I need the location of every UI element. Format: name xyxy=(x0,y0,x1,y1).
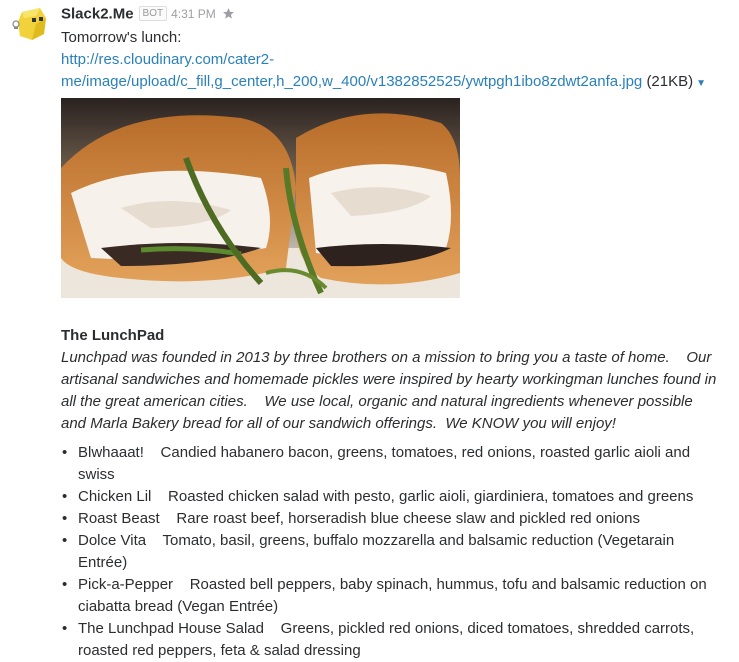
sender-name[interactable]: Slack2.Me xyxy=(61,5,134,22)
list-item: The Lunchpad House Salad Greens, pickled… xyxy=(61,618,726,662)
message-header: Slack2.Me BOT 4:31 PM xyxy=(61,5,235,25)
restaurant-description: Lunchpad was founded in 2013 by three br… xyxy=(61,349,721,432)
star-icon[interactable] xyxy=(222,7,235,20)
restaurant-title: The LunchPad xyxy=(61,327,165,344)
intro-text: Tomorrow's lunch: xyxy=(61,29,182,46)
caret-down-icon[interactable]: ▼ xyxy=(696,78,706,89)
message-body: Tomorrow's lunch: http://res.cloudinary.… xyxy=(61,27,721,95)
file-size: (21KB) xyxy=(646,73,694,90)
attachment-link[interactable]: http://res.cloudinary.com/cater2- me/imag… xyxy=(61,51,642,90)
list-item: Roast Beast Rare roast beef, horseradish… xyxy=(61,508,726,530)
menu-list: Blwhaaat! Candied habanero bacon, greens… xyxy=(61,442,726,662)
list-item: Dolce Vita Tomato, basil, greens, buffal… xyxy=(61,530,726,574)
bot-avatar-icon[interactable] xyxy=(10,4,50,44)
list-item: Blwhaaat! Candied habanero bacon, greens… xyxy=(61,442,726,486)
timestamp[interactable]: 4:31 PM xyxy=(171,7,216,21)
attachment-link-row: http://res.cloudinary.com/cater2- me/imag… xyxy=(61,49,721,95)
sandwich-image[interactable] xyxy=(61,98,460,298)
lunchpad-section: The LunchPad Lunchpad was founded in 201… xyxy=(61,325,721,435)
list-item: Chicken Lil Roasted chicken salad with p… xyxy=(61,486,726,508)
list-item: Pick-a-Pepper Roasted bell peppers, baby… xyxy=(61,574,726,618)
bot-badge: BOT xyxy=(138,6,168,22)
slack-message: Slack2.Me BOT 4:31 PM Tomorrow's lunch: ht… xyxy=(0,0,739,659)
